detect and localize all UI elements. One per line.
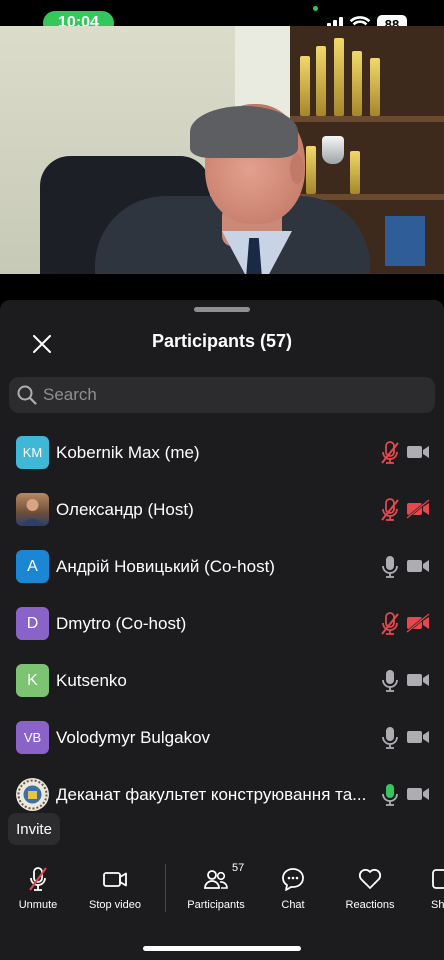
video-off-red-icon[interactable] [406,499,430,519]
meeting-toolbar: Unmute Stop video Participants Chat Reac… [0,855,444,960]
participant-row[interactable]: Деканат факультет конструювання та... [0,766,444,820]
mic-muted-icon[interactable] [380,441,400,465]
avatar: K [16,664,49,697]
cup-icon [322,136,344,164]
mic-icon[interactable] [380,726,400,750]
chat-icon [282,868,304,891]
profile-photo-icon [21,499,44,526]
search-bar[interactable] [9,377,435,413]
home-indicator[interactable] [143,946,301,951]
participant-name: Volodymyr Bulgakov [56,728,211,747]
participant-name: Олександр (Host) [56,500,194,519]
participants-count-badge: 57 [232,862,245,874]
participants-icon [204,870,228,889]
participants-label: Participants [187,899,245,911]
trophy-icon [316,46,326,116]
invite-button[interactable]: Invite [8,813,60,845]
avatar: KM [16,436,49,469]
participant-row[interactable]: D Dmytro (Co-host) [0,595,444,652]
trophy-icon [370,58,380,116]
heart-icon [358,868,382,889]
search-icon [17,385,37,405]
participant-name: Dmytro (Co-host) [56,614,187,633]
avatar [16,778,49,811]
participant-name: Андрій Новицький (Co-host) [56,557,275,576]
chat-label: Chat [281,899,305,911]
participant-video-feed[interactable] [0,26,444,274]
search-input[interactable] [43,385,403,405]
mic-icon[interactable] [380,555,400,579]
participant-name: Kutsenko [56,671,127,690]
participants-list: KM Kobernik Max (me) Олександр (Host) A … [0,424,444,820]
participant-row[interactable]: VB Volodymyr Bulgakov [0,709,444,766]
video-off-icon[interactable] [406,727,430,747]
mic-muted-icon [29,867,47,891]
mic-muted-icon[interactable] [380,498,400,522]
stop-video-button[interactable]: Stop video [70,865,160,911]
participant-row[interactable]: A Андрій Новицький (Co-host) [0,538,444,595]
trophy-icon [306,146,316,194]
participant-name: Kobernik Max (me) [56,443,200,462]
trophy-icon [350,151,360,194]
mic-icon[interactable] [380,669,400,693]
video-off-icon[interactable] [406,784,430,804]
video-off-red-icon[interactable] [406,613,430,633]
trophy-icon [334,38,344,116]
participant-name: Деканат факультет конструювання та... [56,785,367,804]
share-label: Sh [431,899,444,911]
share-icon [432,869,444,889]
unmute-label: Unmute [18,899,58,911]
trophy-icon [352,51,362,116]
share-button[interactable]: Sh [418,865,444,911]
camera-indicator-icon [313,6,318,11]
reactions-button[interactable]: Reactions [325,865,415,911]
reactions-label: Reactions [345,899,395,911]
video-shelf-board [290,116,444,122]
avatar: A [16,550,49,583]
video-camera-icon [103,872,127,887]
mic-speaking-icon[interactable] [380,783,400,807]
mic-muted-icon[interactable] [380,612,400,636]
panel-title: Participants (57) [151,331,293,351]
avatar: D [16,607,49,640]
participant-row[interactable]: Олександр (Host) [0,481,444,538]
video-files [385,216,425,266]
faculty-logo-icon [17,779,48,810]
avatar [16,493,49,526]
trophy-icon [300,56,310,116]
drag-handle[interactable] [194,307,250,312]
video-off-icon[interactable] [406,442,430,462]
video-person-ear [290,154,304,184]
video-off-icon[interactable] [406,556,430,576]
video-off-icon[interactable] [406,670,430,690]
stop-video-label: Stop video [89,899,141,911]
toolbar-divider [165,864,166,912]
participant-row[interactable]: K Kutsenko [0,652,444,709]
video-person-hair [190,106,298,158]
participant-row[interactable]: KM Kobernik Max (me) [0,424,444,481]
avatar: VB [16,721,49,754]
